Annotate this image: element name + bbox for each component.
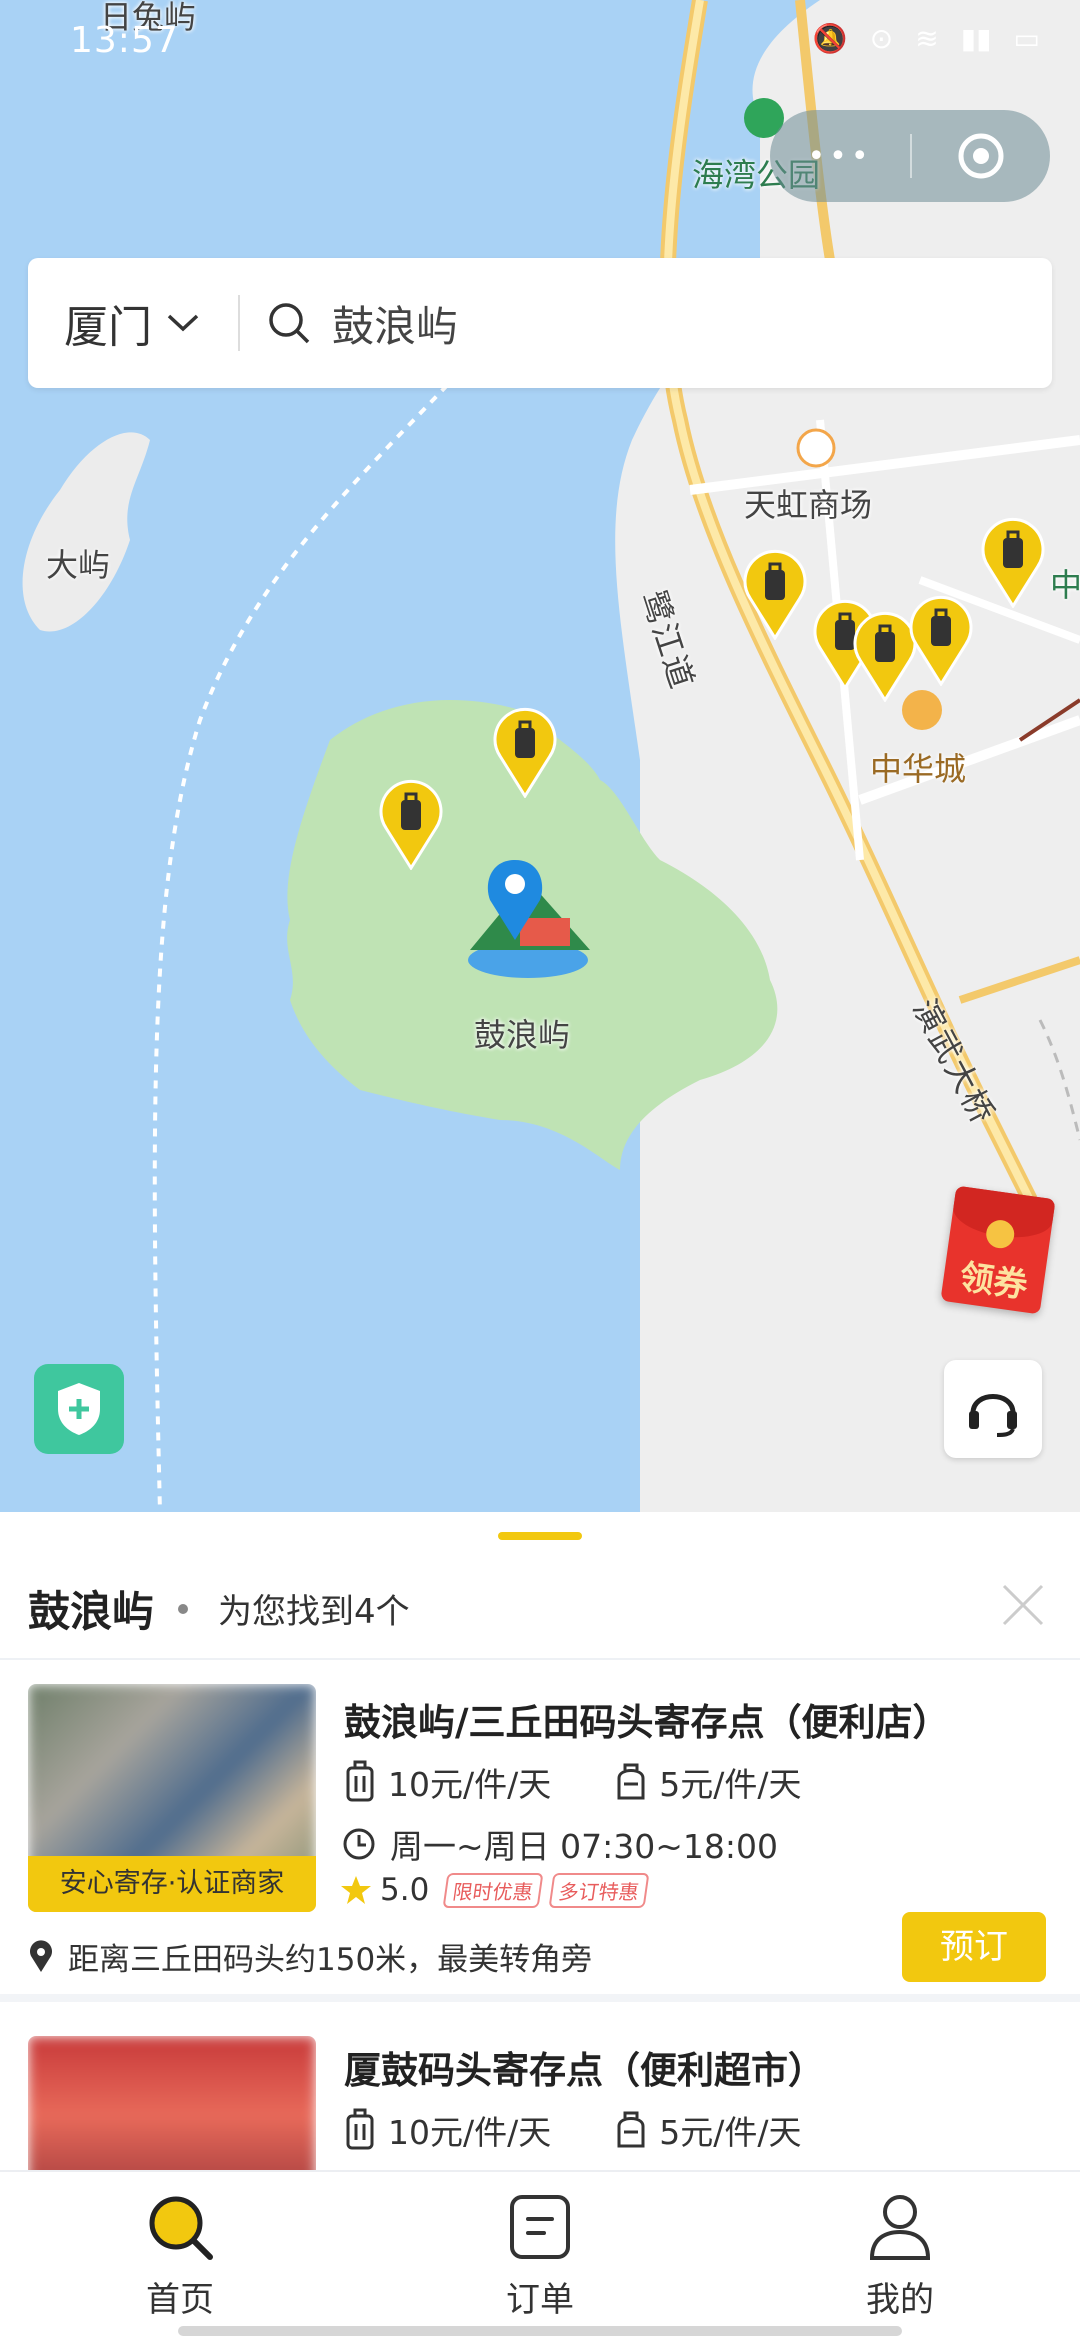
store-card[interactable]: 厦鼓码头寄存点（便利超市） 10元/件/天 5元/件/天 — [0, 2010, 1080, 2170]
mute-icon: 🔕 — [812, 22, 848, 55]
location-icon: ⊙ — [869, 22, 894, 55]
miniprogram-capsule: ••• — [770, 110, 1050, 202]
luggage-icon — [340, 1760, 380, 1804]
result-count: 为您找到4个 — [218, 1592, 410, 1632]
close-target-icon[interactable] — [912, 131, 1050, 181]
status-bar: 13:57 🔕 ⊙ ≋ ▮▮ ▭ — [0, 0, 1080, 64]
sheet-title: 鼓浪屿 — [28, 1587, 155, 1636]
storage-marker-icon[interactable] — [908, 594, 974, 686]
results-sheet: 鼓浪屿 为您找到4个 安心寄存·认证商家 鼓浪屿/三丘田码头寄存点（便利店） 1… — [0, 1512, 1080, 2170]
search-input[interactable]: 鼓浪屿 — [240, 293, 1052, 354]
distance-row: 距离三丘田码头约150米，最美转角旁 — [28, 1934, 592, 1979]
search-bar: 厦门 鼓浪屿 — [28, 258, 1052, 388]
price-row: 10元/件/天 5元/件/天 — [340, 2106, 801, 2154]
luggage-price: 10元/件/天 — [388, 2113, 552, 2152]
tab-home[interactable]: 首页 — [80, 2182, 280, 2332]
search-query: 鼓浪屿 — [332, 301, 459, 351]
city-select[interactable]: 厦门 — [28, 291, 238, 355]
search-icon — [269, 303, 310, 344]
coupon-button[interactable]: 领券 — [940, 1185, 1056, 1315]
signal-icon: ▮▮ — [960, 22, 992, 55]
luggage-price: 10元/件/天 — [388, 1765, 552, 1804]
tab-profile[interactable]: 我的 — [800, 2182, 1000, 2332]
location-pin-icon — [28, 1939, 60, 1974]
certified-badge: 安心寄存·认证商家 — [28, 1856, 316, 1912]
safety-shield-button[interactable] — [34, 1364, 124, 1454]
rating-row: 5.0 限时优惠 多订特惠 — [340, 1872, 657, 1908]
user-icon — [800, 2182, 1000, 2272]
map-label-gulangyu: 鼓浪屿 — [474, 1016, 571, 1054]
home-indicator — [178, 2326, 902, 2336]
close-icon[interactable] — [998, 1580, 1048, 1630]
map-label-edge: 中 — [1050, 566, 1080, 604]
storage-marker-icon[interactable] — [742, 548, 808, 640]
shield-plus-icon — [58, 1383, 100, 1435]
separator-dot — [178, 1604, 188, 1614]
luggage-icon — [340, 2108, 380, 2152]
battery-icon: ▭ — [1013, 22, 1040, 55]
clock-icon — [342, 1827, 380, 1861]
rating-value: 5.0 — [380, 1872, 430, 1908]
map-label-mall: 天虹商场 — [744, 486, 873, 524]
coupon-label: 领券 — [957, 1257, 1030, 1307]
price-row: 10元/件/天 5元/件/天 — [340, 1758, 801, 1806]
city-label: 厦门 — [64, 302, 152, 353]
storage-marker-icon[interactable] — [980, 516, 1046, 608]
map-label-big-island: 大屿 — [46, 546, 111, 584]
sheet-drag-handle[interactable] — [498, 1532, 582, 1540]
sheet-header: 鼓浪屿 为您找到4个 — [0, 1556, 1080, 1660]
storage-marker-icon[interactable] — [492, 706, 558, 798]
store-hours: 周一~周日 07:30~18:00 — [390, 1827, 778, 1866]
hours-row: 周一~周日 07:30~18:00 — [342, 1820, 778, 1868]
map-view[interactable]: 日兔屿 海湾公园 大屿 天虹商场 鹭江道 中华城 鼓浪屿 演武大桥 中 领券 — [0, 0, 1080, 1512]
headset-icon — [969, 1394, 1017, 1437]
store-thumbnail — [28, 2036, 316, 2170]
store-card[interactable]: 安心寄存·认证商家 鼓浪屿/三丘田码头寄存点（便利店） 10元/件/天 5元/件… — [0, 1662, 1080, 2002]
search-magnifier-icon — [80, 2182, 280, 2272]
tab-label: 订单 — [506, 2280, 574, 2320]
status-time: 13:57 — [70, 20, 179, 61]
order-list-icon — [440, 2182, 640, 2272]
wifi-icon: ≋ — [915, 22, 939, 55]
promo-tag: 限时优惠 — [442, 1872, 544, 1908]
customer-service-button[interactable] — [944, 1360, 1042, 1458]
chevron-down-icon — [167, 314, 199, 332]
more-menu-icon[interactable]: ••• — [770, 139, 910, 174]
backpack-icon — [611, 2110, 651, 2150]
status-icons: 🔕 ⊙ ≋ ▮▮ ▭ — [813, 22, 1040, 55]
tab-bar: 首页 订单 我的 — [0, 2170, 1080, 2340]
tab-label: 首页 — [146, 2280, 214, 2320]
map-label-zhonghua: 中华城 — [870, 750, 967, 788]
storage-marker-icon[interactable] — [378, 778, 444, 870]
store-name: 厦鼓码头寄存点（便利超市） — [344, 2049, 825, 2092]
tab-label: 我的 — [866, 2280, 934, 2320]
store-thumbnail: 安心寄存·认证商家 — [28, 1684, 316, 1912]
promo-tag: 多订特惠 — [548, 1872, 650, 1908]
bag-price: 5元/件/天 — [659, 2113, 802, 2152]
backpack-icon — [611, 1762, 651, 1802]
tab-orders[interactable]: 订单 — [440, 2182, 640, 2332]
store-photo — [28, 2036, 316, 2170]
store-distance: 距离三丘田码头约150米，最美转角旁 — [68, 1942, 593, 1978]
store-name: 鼓浪屿/三丘田码头寄存点（便利店） — [344, 1701, 950, 1744]
bag-price: 5元/件/天 — [659, 1765, 802, 1804]
book-button[interactable]: 预订 — [902, 1912, 1046, 1982]
star-icon — [341, 1876, 371, 1904]
